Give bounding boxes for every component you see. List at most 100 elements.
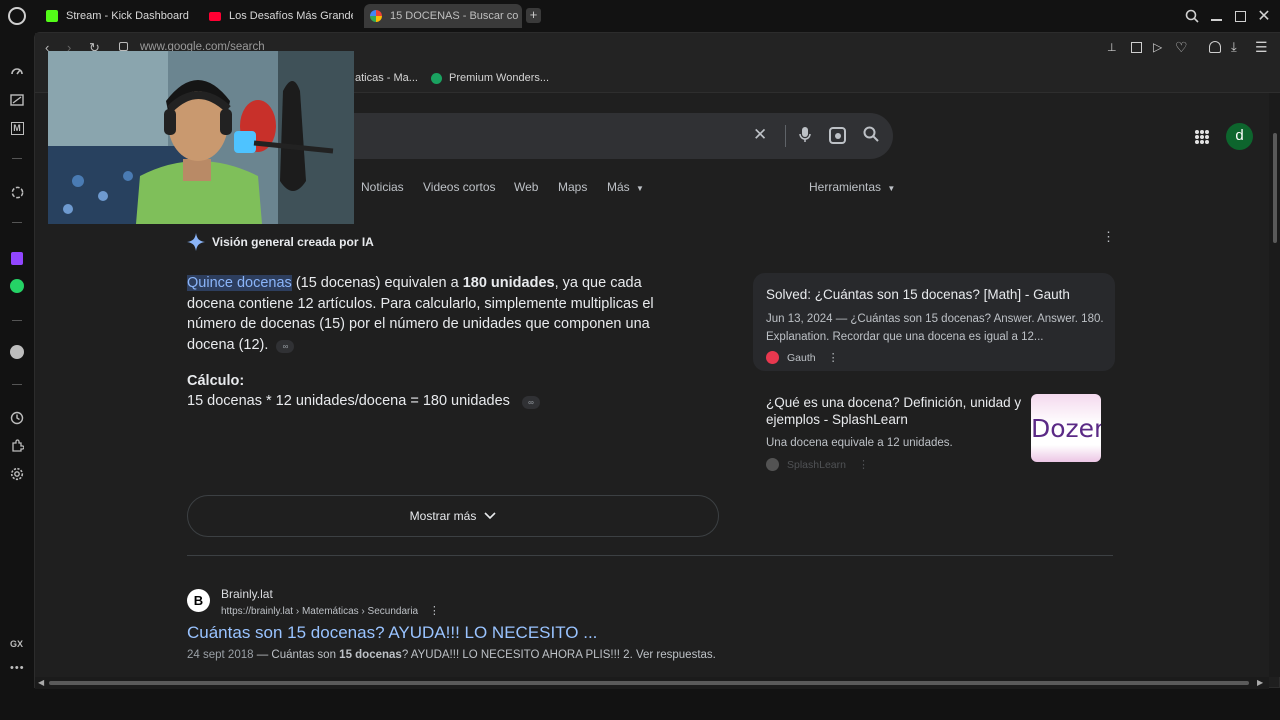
snippet-text: ? AYUDA!!! LO NECESITO AHORA PLIS!!! 2. … xyxy=(401,649,716,661)
speed-dial-icon[interactable] xyxy=(9,64,25,80)
source-thumbnail[interactable]: Dozen xyxy=(1031,394,1101,462)
whatsapp-icon[interactable] xyxy=(9,278,25,294)
splashlearn-logo-icon xyxy=(766,458,779,471)
citation-link-icon[interactable]: ∞ xyxy=(521,396,540,409)
pin-icon[interactable]: ⊥ xyxy=(1107,41,1119,55)
heart-icon[interactable]: ♡ xyxy=(1175,39,1188,56)
tab-bar: Stream - Kick Dashboard Los Desafíos Más… xyxy=(0,0,1280,32)
bookmark-label: aticas - Ma... xyxy=(355,72,418,84)
avatar-letter: d xyxy=(1235,127,1244,144)
play-icon[interactable]: ▷ xyxy=(1153,40,1162,54)
google-apps-icon[interactable] xyxy=(1195,130,1209,144)
lens-search-icon[interactable] xyxy=(829,127,846,144)
tab-title: Los Desafíos Más Grande xyxy=(229,10,353,22)
result-menu-icon[interactable]: ⋮ xyxy=(429,605,440,617)
source-snippet: Una docena equivale a 12 unidades. xyxy=(766,437,953,449)
tools-button[interactable]: Herramientas ▼ xyxy=(809,180,895,194)
source-title[interactable]: ¿Qué es una docena? Definición, unidad y… xyxy=(766,394,1028,428)
webcam-overlay xyxy=(48,51,354,224)
ai-overview-menu-icon[interactable]: ⋮ xyxy=(1102,230,1115,243)
answer-highlight: Quince docenas xyxy=(187,275,292,291)
tab-web[interactable]: Web xyxy=(514,180,538,194)
source-site: Gauth ⋮ xyxy=(766,351,839,364)
scroll-left-icon[interactable]: ◀ xyxy=(38,678,44,687)
sidebar-divider xyxy=(12,320,22,321)
avatar[interactable]: d xyxy=(1226,123,1253,150)
tab-kick-dashboard[interactable]: Stream - Kick Dashboard xyxy=(40,4,200,28)
vertical-scroll-thumb[interactable] xyxy=(1273,133,1277,243)
google-icon xyxy=(370,10,382,22)
search-icon[interactable] xyxy=(1184,8,1200,24)
spotify-icon[interactable] xyxy=(9,344,25,360)
minimize-icon[interactable] xyxy=(1208,8,1224,24)
answer-bold: 180 unidades xyxy=(462,275,555,291)
opera-logo-icon[interactable] xyxy=(8,7,26,25)
bookmark-item[interactable]: aticas - Ma... xyxy=(355,72,418,84)
tab-mas[interactable]: Más ▼ xyxy=(607,180,644,194)
result-site-name[interactable]: Brainly.lat xyxy=(221,587,273,601)
source-title[interactable]: Solved: ¿Cuántas son 15 docenas? [Math] … xyxy=(766,287,1106,302)
youtube-icon xyxy=(209,11,221,21)
voice-search-icon[interactable] xyxy=(799,126,811,144)
tab-youtube-video[interactable]: Los Desafíos Más Grande xyxy=(203,4,353,28)
new-tab-button[interactable]: + xyxy=(526,8,541,23)
snippet-bold: 15 docenas xyxy=(339,649,402,661)
caret-down-icon: ▼ xyxy=(636,184,644,193)
citation-link-icon[interactable]: ∞ xyxy=(276,339,295,353)
maximize-icon[interactable] xyxy=(1232,8,1248,24)
twitch-icon[interactable] xyxy=(9,250,25,266)
easy-setup-icon[interactable]: ☰ xyxy=(1255,39,1268,56)
source-site-name: SplashLearn xyxy=(787,458,846,471)
search-divider xyxy=(785,125,786,147)
clear-search-icon[interactable]: ✕ xyxy=(753,125,767,145)
result-title-link[interactable]: Cuántas son 15 docenas? AYUDA!!! LO NECE… xyxy=(187,623,597,643)
caret-down-icon: ▼ xyxy=(887,184,896,193)
tab-google-search[interactable]: 15 DOCENAS - Buscar co xyxy=(364,4,522,28)
bookmark-item[interactable]: Premium Wonders... xyxy=(431,72,549,84)
opera-sidebar: M GX ••• xyxy=(0,32,34,688)
download-icon[interactable]: ⤓ xyxy=(1231,39,1237,55)
show-more-button[interactable]: Mostrar más xyxy=(187,495,719,537)
section-divider xyxy=(187,555,1113,556)
source-snippet: Jun 13, 2024 — ¿Cuántas son 15 docenas? … xyxy=(766,313,1104,343)
tab-mas-label: Más xyxy=(607,180,630,194)
close-icon[interactable]: ✕ xyxy=(1256,8,1272,25)
source-site: SplashLearn ⋮ xyxy=(766,458,869,471)
source-card-gauth[interactable]: Solved: ¿Cuántas son 15 docenas? [Math] … xyxy=(753,273,1115,371)
search-submit-icon[interactable] xyxy=(863,126,879,147)
lock-icon xyxy=(119,42,128,51)
sidebar-divider xyxy=(12,384,22,385)
tab-videos-cortos[interactable]: Videos cortos xyxy=(423,180,496,194)
scroll-right-icon[interactable]: ▶ xyxy=(1257,678,1263,687)
bookmark-favicon-icon xyxy=(431,72,442,84)
brainly-logo-icon: B xyxy=(187,589,210,612)
account-icon[interactable] xyxy=(1209,41,1221,53)
thumbnail-text: Dozen xyxy=(1031,414,1101,443)
more-dots-icon[interactable]: ••• xyxy=(10,662,25,674)
source-card-splashlearn[interactable]: ¿Qué es una docena? Definición, unidad y… xyxy=(753,381,1115,471)
extensions-icon[interactable] xyxy=(9,438,25,454)
tab-maps[interactable]: Maps xyxy=(558,180,587,194)
ai-overview-header: Visión general creada por IA xyxy=(212,235,374,249)
ai-sparkle-icon xyxy=(187,233,205,256)
news-icon[interactable] xyxy=(9,92,25,108)
result-date: 24 sept 2018 xyxy=(187,649,254,661)
tab-noticias[interactable]: Noticias xyxy=(361,180,404,194)
horizontal-scrollbar[interactable]: ◀ ▶ xyxy=(35,677,1269,689)
tools-label: Herramientas xyxy=(809,180,882,194)
gx-label[interactable]: GX xyxy=(10,639,23,649)
calc-line: 15 docenas * 12 unidades/docena = 180 un… xyxy=(187,393,540,409)
source-menu-icon[interactable]: ⋮ xyxy=(858,458,869,471)
vertical-scrollbar[interactable] xyxy=(1269,93,1280,677)
chevron-down-icon xyxy=(484,509,496,523)
horizontal-scroll-thumb[interactable] xyxy=(49,681,1249,685)
source-menu-icon[interactable]: ⋮ xyxy=(828,351,839,364)
messenger-m-icon[interactable]: M xyxy=(9,120,25,136)
settings-gear-icon[interactable] xyxy=(9,466,25,482)
search-input[interactable]: ✕ xyxy=(321,113,893,159)
chatgpt-icon[interactable] xyxy=(9,184,25,200)
history-icon[interactable] xyxy=(9,410,25,426)
result-snippet: 24 sept 2018 — Cuántas son 15 docenas? A… xyxy=(187,649,716,661)
tab-title: 15 DOCENAS - Buscar co xyxy=(390,10,519,22)
snapshot-icon[interactable] xyxy=(1131,42,1142,53)
